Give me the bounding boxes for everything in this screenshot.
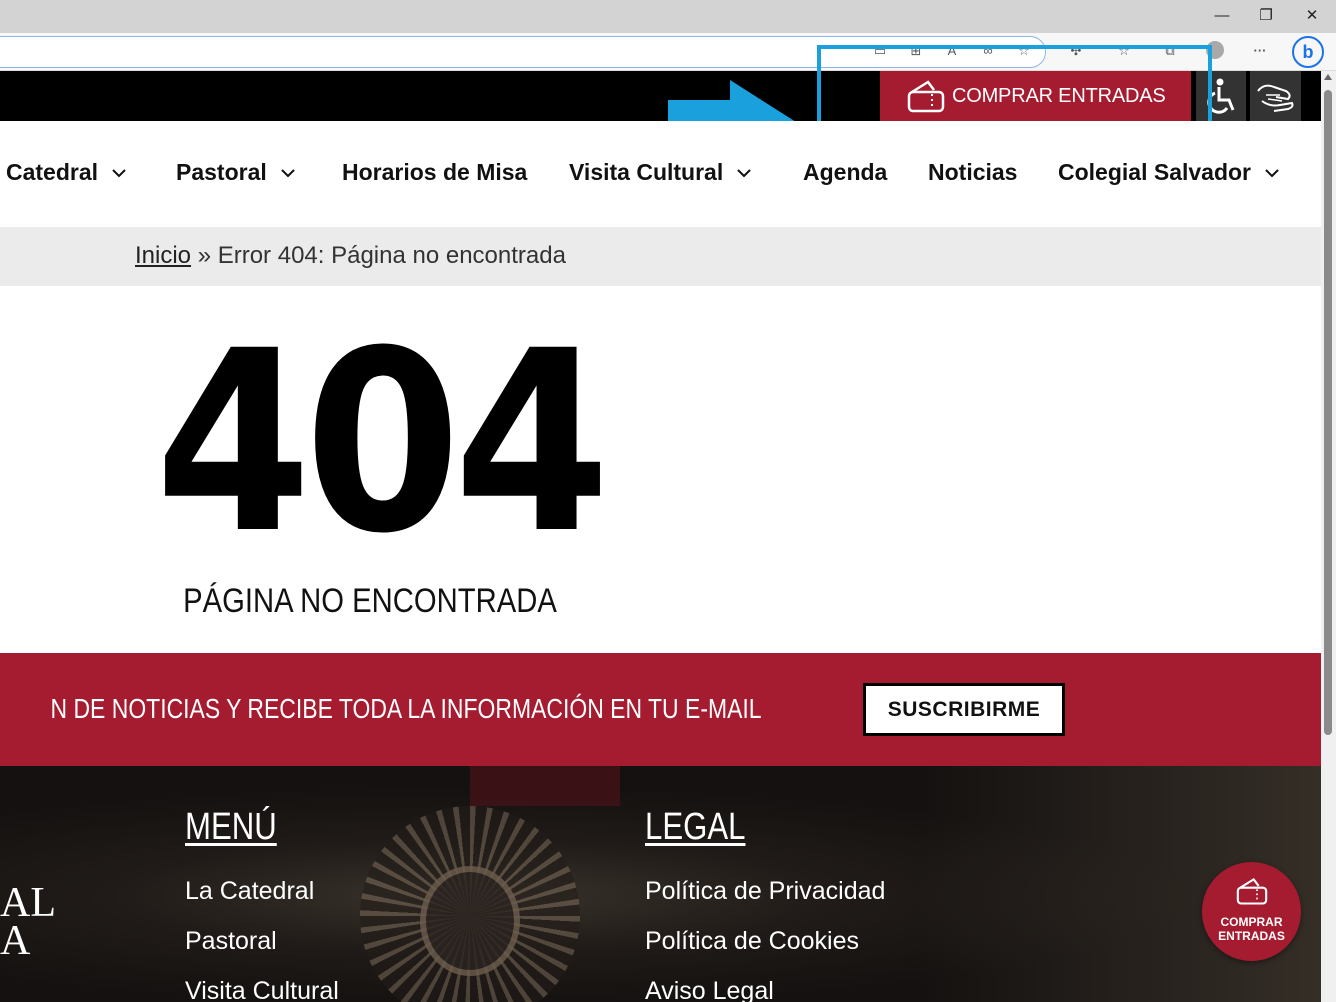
footer-legal-title: LEGAL [645, 806, 746, 848]
footer-link-la-catedral[interactable]: La Catedral [185, 877, 314, 906]
newsletter-text: N DE NOTICIAS Y RECIBE TODA LA INFORMACI… [50, 693, 762, 724]
nav-label: Noticias [928, 159, 1018, 185]
main-nav: Catedral Pastoral Horarios de Misa Visit… [0, 121, 1321, 227]
footer-background-detail [470, 766, 620, 806]
chevron-down-icon [737, 168, 751, 177]
sign-language-icon [1257, 84, 1294, 112]
nav-label: Horarios de Misa [342, 159, 528, 185]
floating-buy-tickets-button[interactable]: COMPRAR ENTRADAS [1202, 862, 1301, 961]
footer: AL A MENÚ La Catedral Pastoral Visita Cu… [0, 766, 1321, 1002]
chevron-down-icon [281, 168, 295, 177]
breadcrumb-home-link[interactable]: Inicio [135, 242, 191, 269]
nav-item-pastoral[interactable]: Pastoral [176, 159, 295, 186]
nav-label: Pastoral [176, 159, 267, 185]
breadcrumb-separator: » [191, 242, 218, 269]
nav-item-visita-cultural[interactable]: Visita Cultural [569, 159, 751, 186]
browser-titlebar: — ❐ ✕ [0, 0, 1336, 33]
minimize-button[interactable]: — [1212, 5, 1232, 27]
chevron-down-icon [1265, 168, 1279, 177]
nav-label: Visita Cultural [569, 159, 724, 185]
nav-item-agenda[interactable]: Agenda [803, 159, 887, 186]
footer-link-visita-cultural[interactable]: Visita Cultural [185, 977, 339, 1002]
breadcrumb-current: Error 404: Página no encontrada [217, 242, 566, 269]
nav-item-catedral[interactable]: Catedral [6, 159, 126, 186]
bing-chat-icon[interactable]: b [1292, 36, 1324, 68]
ticket-icon [1236, 877, 1267, 905]
footer-monstrance-center [420, 866, 520, 976]
sign-language-button[interactable] [1250, 71, 1301, 121]
nav-label: Agenda [803, 159, 888, 185]
fab-label-line1: COMPRAR [1220, 915, 1283, 929]
chevron-down-icon [112, 168, 126, 177]
subscribe-button[interactable]: SUSCRIBIRME [863, 683, 1065, 736]
restore-button[interactable]: ❐ [1256, 5, 1276, 27]
more-icon[interactable]: ··· [1250, 41, 1270, 61]
nav-item-colegial-salvador[interactable]: Colegial Salvador [1058, 159, 1279, 186]
close-button[interactable]: ✕ [1302, 5, 1322, 27]
scrollbar-thumb[interactable] [1324, 90, 1332, 735]
footer-menu-title: MENÚ [185, 806, 277, 848]
breadcrumb: Inicio » Error 404: Página no encontrada [0, 227, 1321, 286]
footer-logo-line: AL [0, 880, 56, 926]
footer-link-privacidad[interactable]: Política de Privacidad [645, 877, 885, 906]
newsletter-banner: N DE NOTICIAS Y RECIBE TODA LA INFORMACI… [0, 653, 1321, 766]
footer-logo[interactable]: AL A [0, 880, 56, 964]
fab-label-line2: ENTRADAS [1218, 929, 1285, 943]
footer-link-cookies[interactable]: Política de Cookies [645, 927, 859, 956]
footer-link-pastoral[interactable]: Pastoral [185, 927, 277, 956]
footer-logo-line: A [0, 918, 31, 964]
error-code: 404 [155, 297, 610, 588]
nav-label: Catedral [6, 159, 99, 185]
nav-label: Colegial Salvador [1058, 159, 1252, 185]
footer-link-aviso-legal[interactable]: Aviso Legal [645, 977, 774, 1002]
error-message: PÁGINA NO ENCONTRADA [183, 582, 557, 620]
nav-item-horarios[interactable]: Horarios de Misa [342, 159, 527, 186]
nav-item-noticias[interactable]: Noticias [928, 159, 1017, 186]
scroll-up-icon[interactable] [1324, 74, 1332, 80]
